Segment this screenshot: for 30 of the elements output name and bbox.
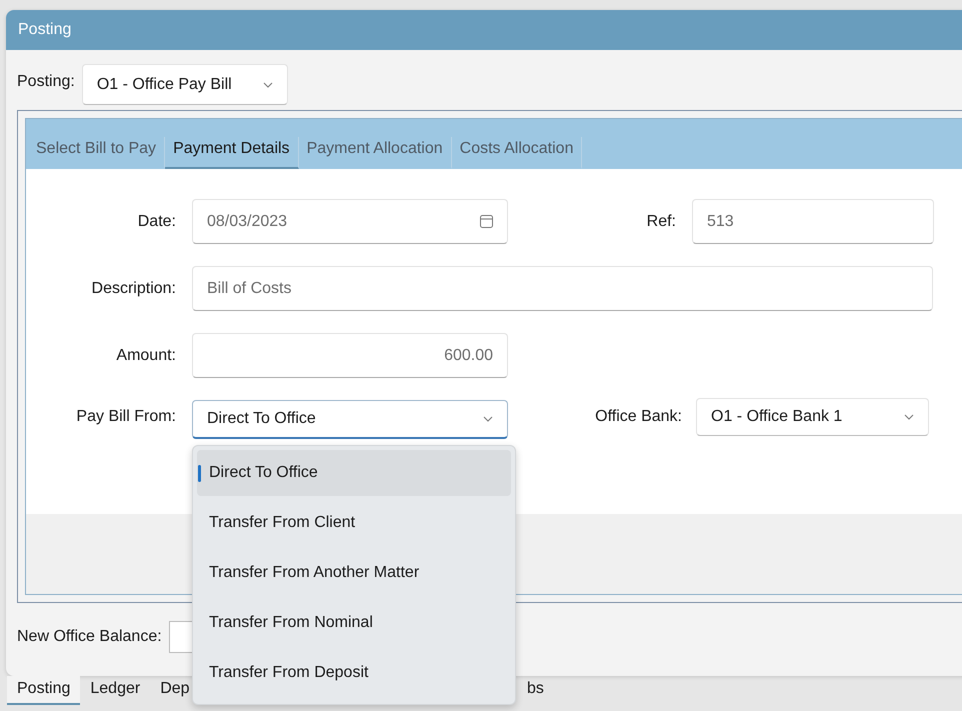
chevron-down-icon bbox=[483, 416, 493, 422]
bottom-tab[interactable]: bs bbox=[517, 676, 554, 705]
dropdown-option[interactable]: Direct To Office bbox=[197, 450, 511, 496]
field-label: Office Bank: bbox=[594, 408, 682, 426]
field-label: Amount: bbox=[115, 346, 176, 364]
bottom-tab[interactable]: Ledger bbox=[80, 676, 150, 705]
field-label: Date: bbox=[136, 212, 176, 230]
field-label: Pay Bill From: bbox=[75, 408, 176, 426]
field-label: Ref: bbox=[646, 212, 676, 230]
dropdown-option[interactable]: Transfer From Nominal bbox=[197, 600, 511, 646]
dropdown-option[interactable]: Transfer From Deposit bbox=[197, 650, 511, 696]
pay-bill-from-dropdown[interactable]: Direct To Office bbox=[192, 400, 508, 439]
dropdown-option[interactable]: Transfer From Client bbox=[197, 500, 511, 546]
window-title: Posting bbox=[6, 10, 962, 50]
amount-field[interactable]: 600.00 bbox=[192, 333, 508, 378]
bottom-tab[interactable]: Posting bbox=[7, 676, 80, 705]
calendar-icon bbox=[480, 215, 493, 228]
dropdown-option[interactable]: Transfer From Another Matter bbox=[197, 550, 511, 596]
chevron-down-icon bbox=[904, 414, 914, 420]
balance-label: New Office Balance: bbox=[17, 628, 162, 646]
date-field[interactable]: 08/03/2023 bbox=[192, 199, 508, 244]
posting-label: Posting: bbox=[17, 72, 75, 90]
chevron-down-icon bbox=[262, 82, 273, 88]
field-label: Description: bbox=[90, 280, 176, 298]
ref-field[interactable]: 513 bbox=[692, 199, 934, 244]
office-bank-dropdown[interactable]: O1 - Office Bank 1 bbox=[696, 398, 929, 436]
description-field[interactable]: Bill of Costs bbox=[192, 266, 933, 311]
selection-indicator bbox=[198, 465, 201, 482]
bottom-tab[interactable]: Dep bbox=[150, 676, 200, 705]
posting-dropdown[interactable]: O1 - Office Pay Bill bbox=[82, 64, 288, 105]
